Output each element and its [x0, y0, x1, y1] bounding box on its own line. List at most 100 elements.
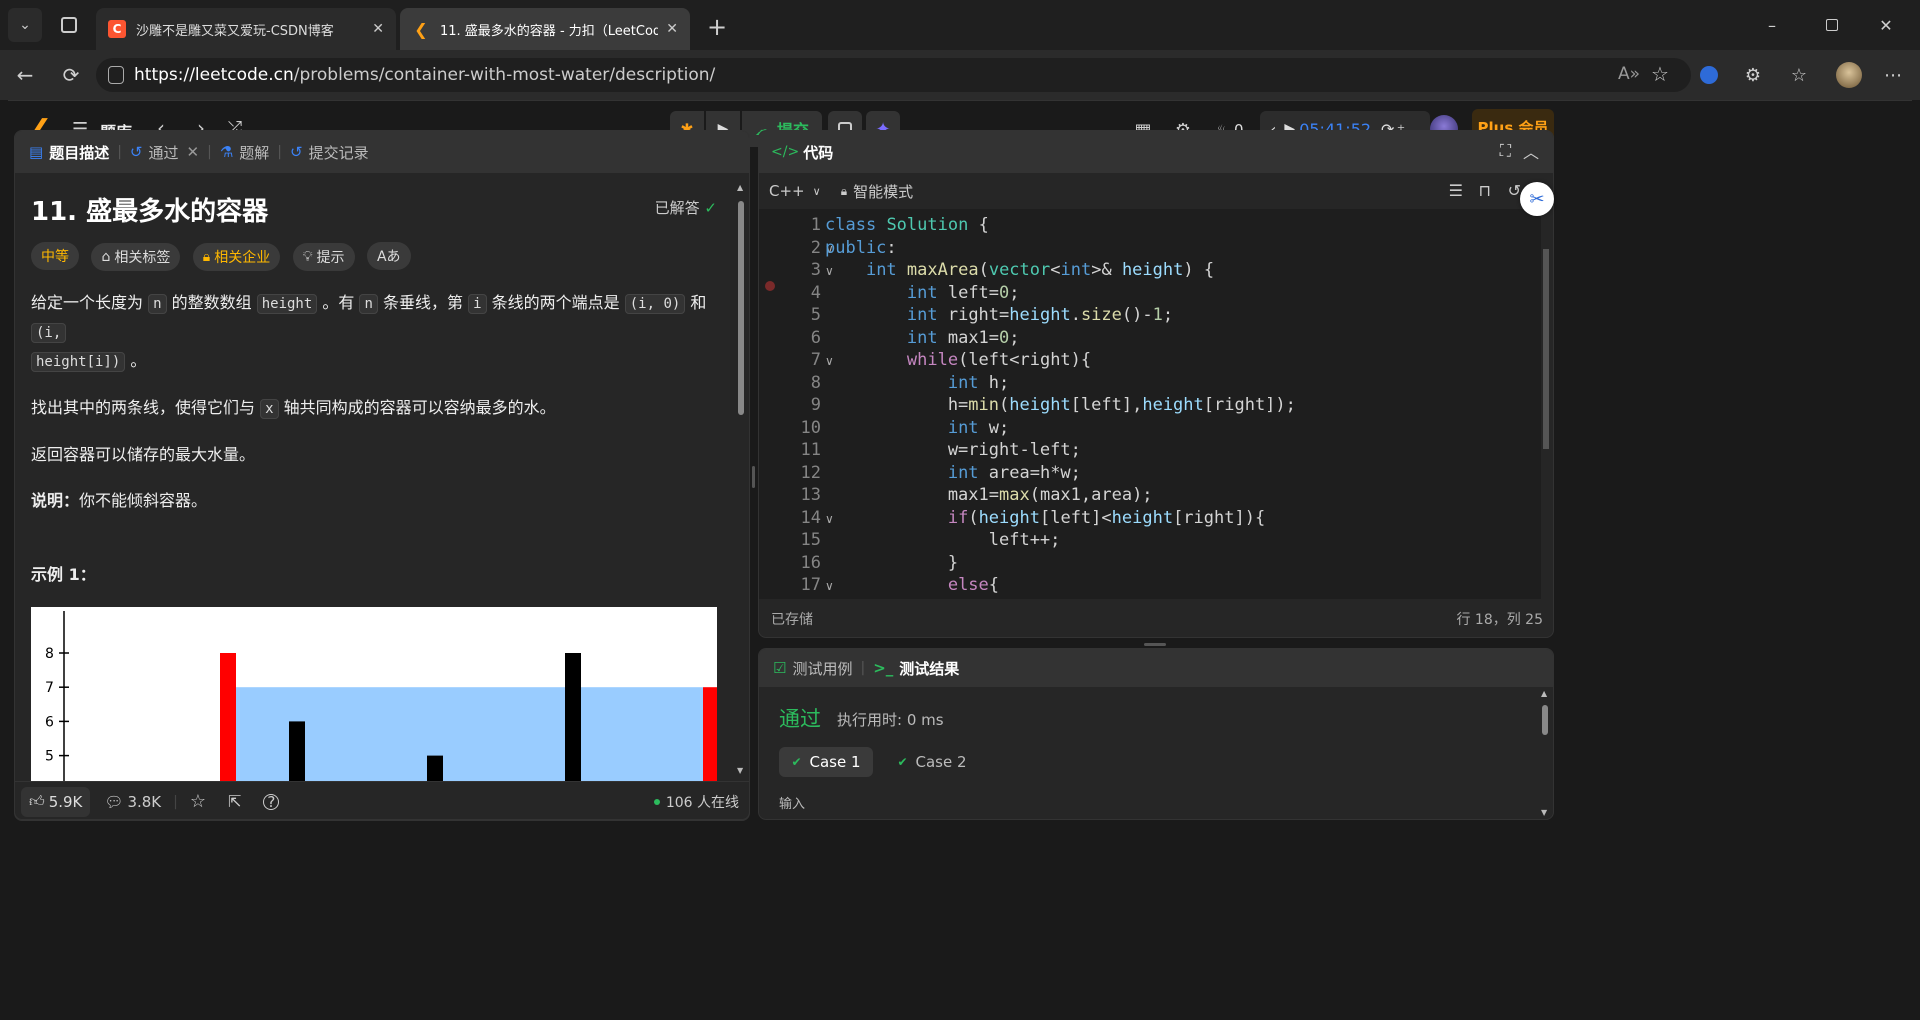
note-label: 说明：	[31, 491, 80, 510]
new-tab-button[interactable]: +	[700, 12, 734, 42]
comments-button[interactable]: 💬︎ 3.8K	[104, 793, 161, 811]
y-tick-label: 6	[45, 714, 54, 730]
browser-address-bar: ← ⟳ https://leetcode.cn/problems/contain…	[0, 50, 1920, 100]
code-line[interactable]: public:	[825, 238, 897, 258]
format-icon[interactable]: ☰	[1449, 181, 1463, 200]
reset-code-icon[interactable]: ↺	[1508, 181, 1521, 200]
code-line[interactable]: class Solution {	[825, 215, 989, 235]
screenshot-tool-button[interactable]: ✂	[1520, 182, 1554, 216]
inline-code: n	[148, 294, 167, 314]
code-line[interactable]: left++;	[825, 530, 1061, 550]
code-line[interactable]: int w;	[825, 418, 1009, 438]
tab-test-result[interactable]: >_ 测试结果	[873, 658, 959, 679]
extensions-puzzle-icon[interactable]: ⚙	[1740, 62, 1766, 88]
collapse-icon[interactable]: ︿	[1523, 139, 1539, 163]
site-info-icon[interactable]	[108, 66, 124, 84]
favorites-list-icon[interactable]: ☆	[1786, 62, 1812, 88]
line-number: 4	[810, 282, 821, 303]
tab-description[interactable]: ▤ 题目描述	[29, 142, 109, 163]
terminal-icon: >_	[873, 659, 894, 677]
share-icon[interactable]: ⇱	[228, 792, 241, 811]
scroll-thumb[interactable]	[738, 201, 744, 415]
vertical-resize-handle[interactable]	[752, 466, 755, 488]
line-number: 10	[800, 417, 821, 438]
description-scrollbar[interactable]: ▲ ▼	[737, 183, 745, 775]
close-tab-icon[interactable]: ✕	[372, 21, 384, 37]
editor-scrollbar[interactable]	[1541, 209, 1551, 599]
related-tags-button[interactable]: ⌂ 相关标签	[91, 243, 181, 271]
star-icon[interactable]: ☆	[190, 791, 206, 812]
reload-button[interactable]: ⟳	[56, 60, 86, 90]
workspaces-button[interactable]	[52, 8, 86, 42]
help-icon[interactable]: ?	[263, 793, 280, 811]
fullscreen-icon[interactable]: ⛶	[1500, 141, 1511, 161]
test-scrollbar[interactable]: ▲ ▼	[1541, 689, 1549, 817]
url-input[interactable]: https://leetcode.cn/problems/container-w…	[96, 58, 1691, 92]
test-panel: ☑ 测试用例 | >_ 测试结果 通过 执行用时: 0 ms ✔ Case 1 ✔ Ca…	[758, 648, 1554, 820]
code-line[interactable]: h=min(height[left],height[right]);	[825, 395, 1296, 415]
container-chart: 2345678	[45, 611, 717, 781]
scroll-up-icon[interactable]: ▲	[1541, 689, 1547, 698]
scroll-down-icon[interactable]: ▼	[737, 766, 743, 775]
related-companies-button[interactable]: 🔒︎ 相关企业	[192, 243, 281, 271]
line-number: 3	[810, 260, 821, 280]
hint-button[interactable]: 💡︎ 提示	[292, 243, 355, 271]
translate-button[interactable]: Aあ	[366, 242, 411, 270]
y-tick-label: 7	[45, 680, 54, 696]
code-line[interactable]: int area=h*w;	[825, 463, 1081, 483]
read-aloud-icon[interactable]: A»	[1618, 64, 1640, 84]
profile-avatar[interactable]	[1836, 62, 1862, 88]
code-line[interactable]: }	[825, 553, 958, 573]
panel-resize-handle[interactable]	[1144, 643, 1166, 646]
pill-label: 相关标签	[114, 250, 171, 266]
tab-csdn[interactable]: C 沙雕不是雕又菜又爱玩-CSDN博客 ✕	[96, 8, 396, 50]
example-image: 2345678	[31, 607, 717, 781]
scroll-down-icon[interactable]: ▼	[1541, 808, 1547, 817]
bookmark-icon[interactable]: ⊓	[1479, 181, 1491, 200]
code-line[interactable]: int right=height.size()-1;	[825, 305, 1173, 325]
lightbulb-icon: 💡︎	[302, 249, 313, 265]
browser-tab-bar: ⌄ C 沙雕不是雕又菜又爱玩-CSDN博客 ✕ ❮ 11. 盛最多水的容器 - …	[0, 0, 1920, 50]
close-tab-icon[interactable]: ✕	[666, 21, 678, 37]
restore-button[interactable]	[1812, 10, 1852, 40]
tab-actions-button[interactable]: ⌄	[8, 8, 42, 42]
scroll-thumb[interactable]	[1542, 705, 1548, 735]
case-1-tab[interactable]: ✔ Case 1	[779, 747, 873, 777]
browser-menu-icon[interactable]: ⋯	[1880, 62, 1906, 88]
lock-icon: 🔒︎	[202, 249, 211, 265]
code-line[interactable]: max1=max(max1,area);	[825, 485, 1153, 505]
case-2-tab[interactable]: ✔ Case 2	[885, 747, 979, 777]
tab-testcases[interactable]: ☑ 测试用例	[773, 658, 852, 679]
url-path: /problems/container-with-most-water/desc…	[293, 65, 716, 85]
code-line[interactable]: w=right-left;	[825, 440, 1081, 460]
tab-submissions[interactable]: ↺ 提交记录	[290, 142, 369, 163]
line-number: 12	[800, 462, 821, 483]
code-line[interactable]: int h;	[825, 373, 1009, 393]
line-number: 1	[810, 215, 821, 235]
code-line[interactable]: if(height[left]<height[right]){	[825, 508, 1265, 528]
close-window-button[interactable]: ✕	[1866, 10, 1906, 40]
favorite-star-icon[interactable]: ☆	[1651, 62, 1669, 86]
tab-accepted[interactable]: ↺ 通过 ✕	[130, 142, 199, 163]
tab-leetcode[interactable]: ❮ 11. 盛最多水的容器 - 力扣（LeetCode） ✕	[400, 8, 690, 50]
online-dot-icon	[653, 798, 660, 805]
thumbs-up-icon: 👍︎	[29, 792, 45, 810]
scroll-thumb[interactable]	[1543, 249, 1549, 449]
scroll-up-icon[interactable]: ▲	[737, 183, 743, 192]
minimize-button[interactable]: –	[1752, 10, 1792, 40]
smart-mode-toggle[interactable]: 🔒︎ 智能模式	[841, 181, 913, 202]
tab-solutions[interactable]: ⚗ 题解	[220, 142, 269, 163]
code-editor[interactable]: 1 class Solution {2 ∨ public: 3 ∨ int maxArea…	[759, 209, 1541, 599]
code-line[interactable]: int max1=0;	[825, 328, 1020, 348]
inline-code: (i,	[31, 323, 67, 343]
code-line[interactable]: else{	[825, 575, 999, 595]
language-select[interactable]: C++ ∨	[769, 182, 821, 200]
extension-blue-icon[interactable]	[1696, 62, 1722, 88]
code-line[interactable]: int left=0;	[825, 283, 1020, 303]
code-line[interactable]: while(left<right){	[825, 350, 1091, 370]
back-button[interactable]: ←	[10, 60, 40, 90]
close-tab-icon[interactable]: ✕	[187, 143, 200, 161]
plus-icon: +	[706, 13, 728, 41]
like-button[interactable]: 👍︎ 5.9K	[21, 786, 91, 817]
code-line[interactable]: int maxArea(vector<int>& height) {	[825, 260, 1214, 280]
